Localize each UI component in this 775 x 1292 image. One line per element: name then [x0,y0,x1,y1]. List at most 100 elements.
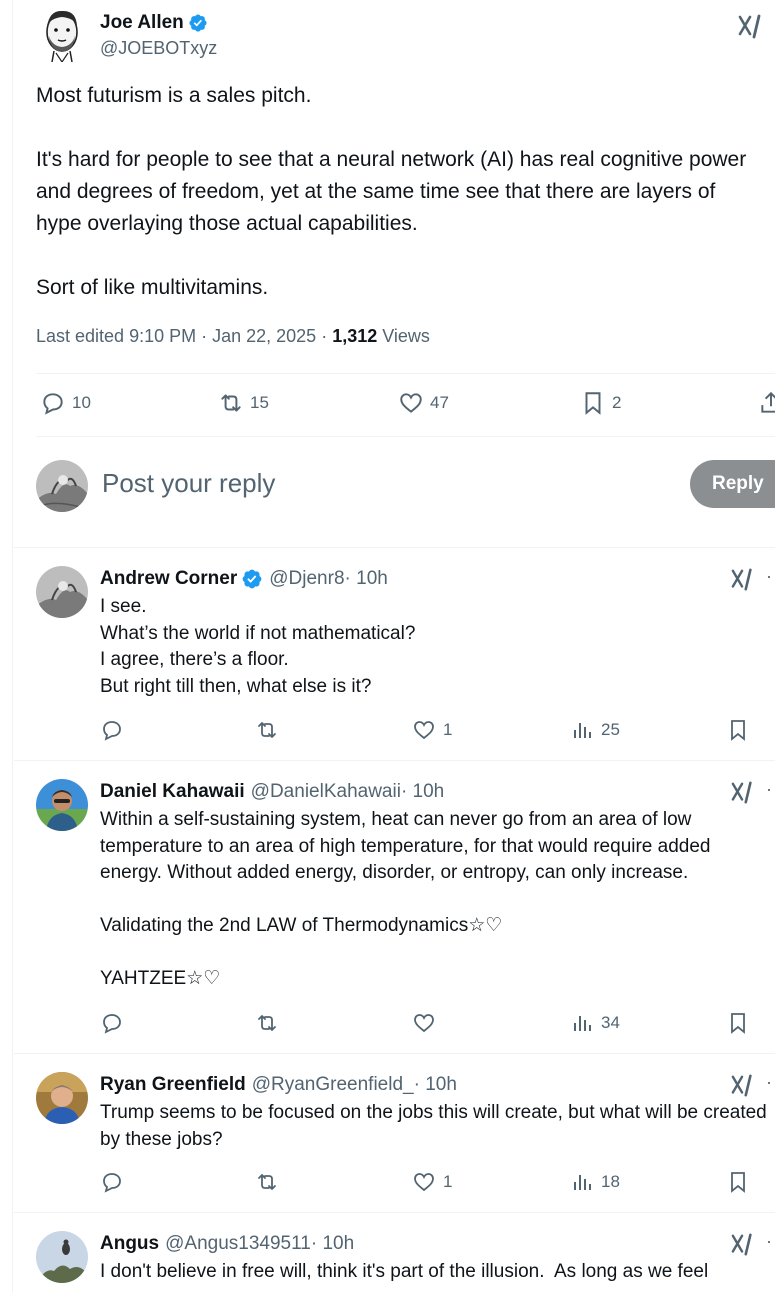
author-handle[interactable]: @JOEBOTxyz [100,38,217,59]
bookmark-button[interactable]: 2 [580,390,621,416]
reply-time[interactable]: · 10h [345,568,388,590]
like-icon [414,1014,434,1033]
repost-icon [258,722,276,738]
reply-icon [103,1173,121,1193]
views-label: Views [377,326,430,346]
reply-icon [103,721,121,741]
more-icon[interactable]: · [766,779,772,800]
bookmark-button[interactable] [726,1011,750,1035]
like-icon [400,393,422,413]
bookmark-count: 2 [612,393,622,412]
more-icon[interactable]: · [766,1072,772,1093]
reply-author-handle[interactable]: @Angus1349511 [165,1233,311,1255]
grok-icon[interactable] [730,568,756,592]
reply-author-name[interactable]: Ryan Greenfield [100,1074,246,1096]
repost-button[interactable]: 15 [218,390,269,416]
reply-avatar[interactable] [36,566,88,618]
repost-icon [221,394,241,412]
reply-item[interactable]: Angus @Angus1349511 · 10h · I don't beli… [14,1213,775,1292]
bookmark-icon [731,1172,745,1193]
reply-time[interactable]: · 10h [414,1074,457,1096]
reply-author-handle[interactable]: @DanielKahawaii [251,781,401,803]
reply-header: Ryan Greenfield @RyanGreenfield_ · 10h [100,1074,457,1096]
views-button[interactable]: 18 [570,1170,620,1194]
like-button[interactable]: 1 [412,1170,452,1194]
post-meta: Last edited 9:10 PM · Jan 22, 2025 · 1,3… [36,326,430,347]
post-timestamp[interactable]: Last edited 9:10 PM · Jan 22, 2025 · [36,326,332,346]
reply-composer: Post your reply Reply [36,460,775,516]
like-count: 1 [443,720,453,739]
reply-header: Daniel Kahawaii @DanielKahawaii · 10h [100,781,444,803]
repost-button[interactable] [255,718,279,742]
column-border [12,0,13,1292]
reply-avatar[interactable] [36,1231,88,1283]
author-name[interactable]: Joe Allen [100,12,184,34]
author-avatar[interactable] [36,6,88,64]
verified-badge-icon [242,569,262,589]
views-button[interactable]: 34 [570,1011,620,1035]
reply-avatar[interactable] [36,1072,88,1124]
grok-icon[interactable] [730,1074,756,1098]
reply-avatar[interactable] [36,779,88,831]
views-icon [574,723,591,738]
reply-header: Andrew Corner @Djenr8 · 10h [100,568,388,590]
more-icon[interactable]: · [766,566,772,587]
reply-button[interactable] [100,1170,124,1194]
divider [36,436,775,437]
reply-item[interactable]: Ryan Greenfield @RyanGreenfield_ · 10h ·… [14,1054,775,1212]
grok-icon[interactable] [730,1233,756,1257]
reply-count: 10 [72,393,91,412]
user-avatar[interactable] [36,460,88,512]
bookmark-button[interactable] [726,718,750,742]
grok-icon[interactable] [730,781,756,805]
share-icon [761,391,775,413]
like-button[interactable] [412,1011,443,1035]
reply-icon [43,393,63,415]
bookmark-icon [731,720,745,741]
repost-button[interactable] [255,1011,279,1035]
reply-author-name[interactable]: Angus [100,1233,159,1255]
grok-icon[interactable] [737,14,765,40]
reply-text: Trump seems to be focused on the jobs th… [100,1102,773,1150]
reply-text: I don't believe in free will, think it's… [100,1261,709,1282]
views-button[interactable]: 25 [570,718,620,742]
like-icon [414,1173,434,1192]
reply-button[interactable] [100,718,124,742]
views-count: 18 [601,1172,620,1191]
like-button[interactable]: 1 [412,718,452,742]
bookmark-button[interactable] [726,1170,750,1194]
reply-header: Angus @Angus1349511 · 10h [100,1233,354,1255]
views-icon [574,1016,591,1031]
reply-time[interactable]: · 10h [401,781,444,803]
views-count: 34 [601,1013,620,1032]
reply-input[interactable]: Post your reply [102,468,275,499]
post-text: Most futurism is a sales pitch. It's har… [36,84,747,299]
reply-author-handle[interactable]: @RyanGreenfield_ [252,1074,414,1096]
divider [36,373,775,374]
post-actions: 10 15 47 2 [36,376,775,434]
reply-author-name[interactable]: Andrew Corner [100,568,237,590]
reply-time[interactable]: · 10h [311,1233,354,1255]
bookmark-icon [585,392,601,415]
reply-text: Within a self-sustaining system, heat ca… [100,809,711,989]
reply-author-name[interactable]: Daniel Kahawaii [100,781,245,803]
author-info: Joe Allen @JOEBOTxyz [100,12,217,59]
repost-button[interactable] [255,1170,279,1194]
views-count: 1,312 [332,326,378,346]
repost-icon [258,1015,276,1031]
reply-submit-button[interactable]: Reply [690,460,775,508]
reply-button[interactable] [100,1011,124,1035]
views-icon [574,1175,591,1190]
reply-author-handle[interactable]: @Djenr8 [269,568,344,590]
views-count: 25 [601,720,620,739]
reply-item[interactable]: Daniel Kahawaii @DanielKahawaii · 10h · … [14,761,775,1053]
share-button[interactable] [758,390,775,416]
repost-icon [258,1174,276,1190]
reply-item[interactable]: Andrew Corner @Djenr8 · 10h · I see. Wha… [14,548,775,760]
more-icon[interactable]: · [766,1231,772,1252]
bookmark-icon [731,1013,745,1034]
repost-count: 15 [250,393,269,412]
like-button[interactable]: 47 [398,390,449,416]
reply-icon [103,1014,121,1034]
reply-button[interactable]: 10 [40,390,91,416]
